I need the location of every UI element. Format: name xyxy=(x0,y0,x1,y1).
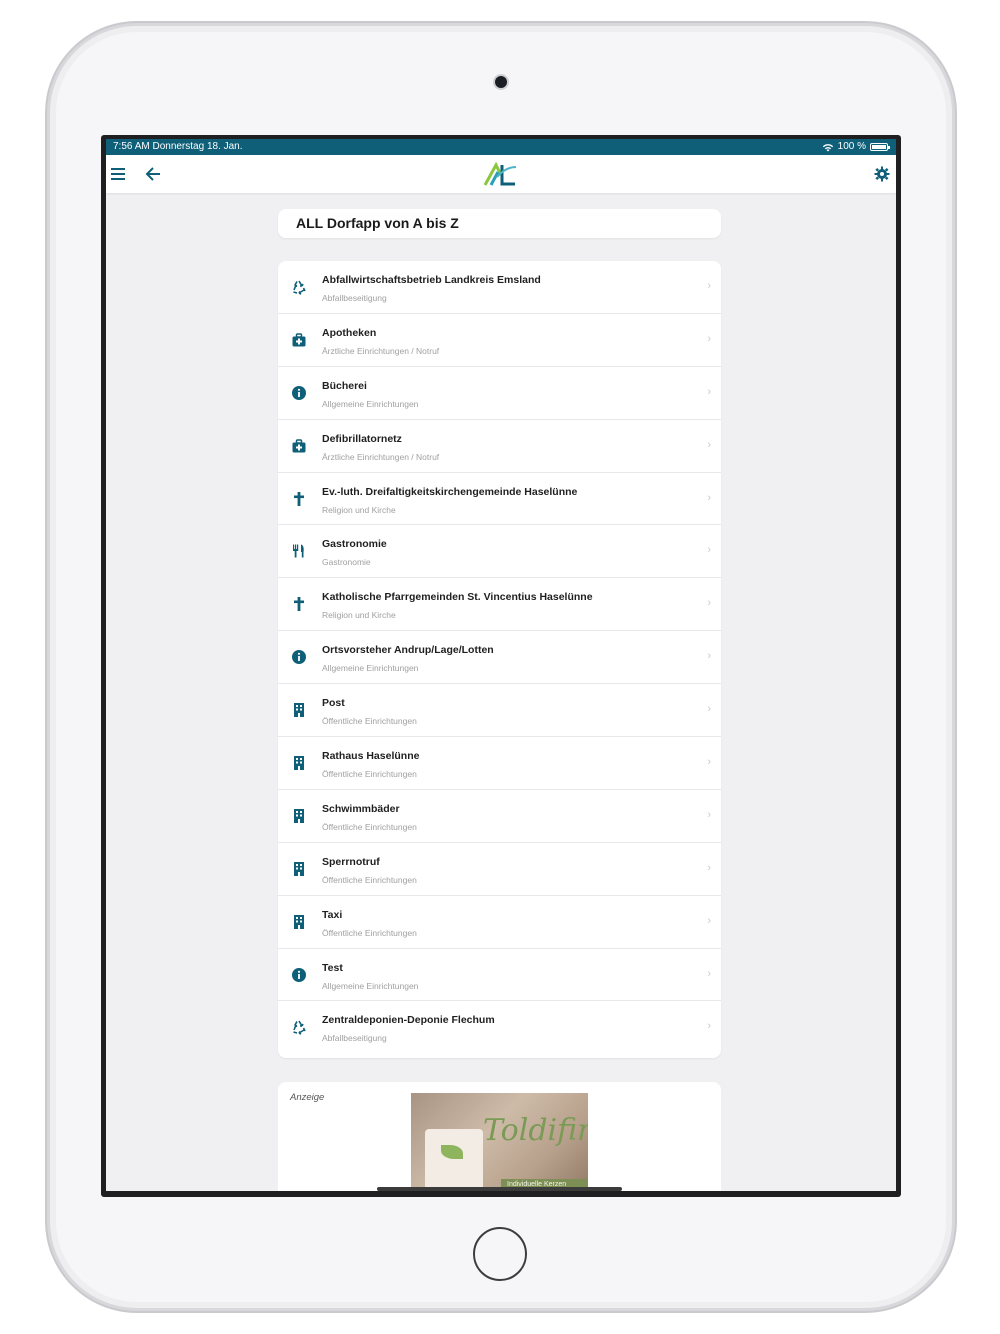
chevron-right-icon: › xyxy=(707,1020,711,1033)
app-logo[interactable] xyxy=(482,161,518,187)
building-icon xyxy=(291,808,307,824)
list-item[interactable]: Gastronomie Gastronomie › xyxy=(278,525,721,579)
chevron-right-icon: › xyxy=(707,703,711,716)
wifi-icon xyxy=(822,143,833,151)
battery-icon xyxy=(870,143,890,151)
candle-graphic xyxy=(425,1129,483,1191)
chevron-right-icon: › xyxy=(707,544,711,557)
list-item[interactable]: Abfallwirtschaftsbetrieb Landkreis Emsla… xyxy=(278,261,721,314)
home-indicator xyxy=(377,1187,622,1191)
list-item-title: Gastronomie xyxy=(322,538,387,551)
list-item-category: Öffentliche Einrichtungen xyxy=(322,927,417,938)
chevron-right-icon: › xyxy=(707,438,711,451)
front-camera xyxy=(495,76,507,88)
list-item-category: Öffentliche Einrichtungen xyxy=(322,874,417,885)
status-time-date: 7:56 AM Donnerstag 18. Jan. xyxy=(113,141,243,152)
list-item-title: Defibrillatornetz xyxy=(322,432,402,445)
chevron-right-icon: › xyxy=(707,597,711,610)
list-item[interactable]: Sperrnotruf Öffentliche Einrichtungen › xyxy=(278,843,721,896)
list-item[interactable]: Ortsvorsteher Andrup/Lage/Lotten Allgemei… xyxy=(278,631,721,685)
list-item[interactable]: Rathaus Haselünne Öffentliche Einrichtung… xyxy=(278,737,721,790)
list-item-category: Allgemeine Einrichtungen xyxy=(322,980,419,991)
ad-card: Anzeige Toldifin Individuelle Kerzen xyxy=(278,1082,721,1191)
list-item-category: Abfallbeseitigung xyxy=(322,293,387,303)
list-item[interactable]: Post Öffentliche Einrichtungen › xyxy=(278,684,721,738)
list-item-title: Katholische Pfarrgemeinden St. Vincentiu… xyxy=(322,591,593,604)
list-item-category: Öffentliche Einrichtungen xyxy=(322,716,417,727)
top-navbar xyxy=(106,155,896,193)
list-item-title: Ev.-luth. Dreifaltigkeitskirchengemeinde… xyxy=(322,485,578,498)
building-icon xyxy=(291,914,307,930)
ad-brand-text: Toldifin xyxy=(483,1113,588,1148)
list-item-category: Abfallbeseitigung xyxy=(322,1033,387,1044)
chevron-right-icon: › xyxy=(707,280,711,292)
utensils-icon xyxy=(291,543,307,559)
chevron-right-icon: › xyxy=(707,861,711,874)
info-icon xyxy=(291,385,307,401)
recycle-icon xyxy=(291,279,307,295)
gear-icon[interactable] xyxy=(871,163,893,185)
list-item-title: Zentraldeponien-Deponie Flechum xyxy=(322,1014,495,1027)
home-button[interactable] xyxy=(473,1227,527,1281)
chevron-right-icon: › xyxy=(707,914,711,927)
list-item-title: Schwimmbäder xyxy=(322,802,400,815)
chevron-right-icon: › xyxy=(707,491,711,504)
ad-banner-image[interactable]: Toldifin Individuelle Kerzen xyxy=(411,1093,588,1191)
page-title-card: ALL Dorfapp von A bis Z xyxy=(278,209,721,238)
list-item-title: Apotheken xyxy=(322,326,377,339)
list-item-title: Test xyxy=(322,961,343,974)
list-item-category: Allgemeine Einrichtungen xyxy=(322,398,419,409)
medical-kit-icon xyxy=(291,332,307,348)
page-title: ALL Dorfapp von A bis Z xyxy=(296,215,459,231)
app-screen: 7:56 AM Donnerstag 18. Jan. 100 % ALL Do… xyxy=(106,139,896,1191)
recycle-icon xyxy=(291,1019,307,1036)
list-item-category: Ärztliche Einrichtungen / Notruf xyxy=(322,345,440,356)
list-item[interactable]: Defibrillatornetz Ärztliche Einrichtungen… xyxy=(278,420,721,473)
directory-list: Abfallwirtschaftsbetrieb Landkreis Emsla… xyxy=(278,261,721,1058)
status-bar: 7:56 AM Donnerstag 18. Jan. 100 % xyxy=(106,139,896,155)
battery-percent: 100 % xyxy=(837,141,866,152)
list-item-category: Öffentliche Einrichtungen xyxy=(322,821,417,832)
list-item-category: Öffentliche Einrichtungen xyxy=(322,769,417,780)
ad-label: Anzeige xyxy=(290,1092,325,1103)
list-item[interactable]: Bücherei Allgemeine Einrichtungen › xyxy=(278,367,721,420)
list-item-title: Sperrnotruf xyxy=(322,855,380,868)
list-item-category: Ärztliche Einrichtungen / Notruf xyxy=(322,451,440,462)
arrow-left-icon[interactable] xyxy=(142,163,164,185)
list-item[interactable]: Ev.-luth. Dreifaltigkeitskirchengemeinde… xyxy=(278,473,721,526)
status-right: 100 % xyxy=(822,139,890,155)
building-icon xyxy=(291,861,307,877)
list-item-category: Allgemeine Einrichtungen xyxy=(322,663,419,674)
cross-icon xyxy=(291,491,307,507)
chevron-right-icon: › xyxy=(707,808,711,821)
list-item-title: Abfallwirtschaftsbetrieb Landkreis Emsla… xyxy=(322,274,541,286)
list-item-title: Post xyxy=(322,697,345,710)
info-icon xyxy=(291,649,307,665)
list-item-title: Taxi xyxy=(322,908,343,921)
list-item-category: Religion und Kirche xyxy=(322,504,396,515)
chevron-right-icon: › xyxy=(707,650,711,663)
list-item-title: Ortsvorsteher Andrup/Lage/Lotten xyxy=(322,644,494,657)
list-item-title: Bücherei xyxy=(322,379,367,392)
list-item[interactable]: Zentraldeponien-Deponie Flechum Abfallbes… xyxy=(278,1001,721,1054)
cross-icon xyxy=(291,596,307,612)
list-item[interactable]: Test Allgemeine Einrichtungen › xyxy=(278,949,721,1002)
list-item[interactable]: Katholische Pfarrgemeinden St. Vincentiu… xyxy=(278,578,721,632)
chevron-right-icon: › xyxy=(707,756,711,769)
building-icon xyxy=(291,755,307,771)
list-item-category: Gastronomie xyxy=(322,557,371,568)
list-item[interactable]: Apotheken Ärztliche Einrichtungen / Notru… xyxy=(278,314,721,367)
list-item[interactable]: Taxi Öffentliche Einrichtungen › xyxy=(278,896,721,949)
info-icon xyxy=(291,967,307,983)
chevron-right-icon: › xyxy=(707,385,711,398)
hamburger-menu-icon[interactable] xyxy=(107,163,129,185)
building-icon xyxy=(291,702,307,718)
chevron-right-icon: › xyxy=(707,332,711,345)
list-item-category: Religion und Kirche xyxy=(322,610,396,621)
medical-kit-icon xyxy=(291,438,307,454)
list-item-title: Rathaus Haselünne xyxy=(322,750,420,763)
chevron-right-icon: › xyxy=(707,967,711,980)
list-item[interactable]: Schwimmbäder Öffentliche Einrichtungen › xyxy=(278,790,721,843)
